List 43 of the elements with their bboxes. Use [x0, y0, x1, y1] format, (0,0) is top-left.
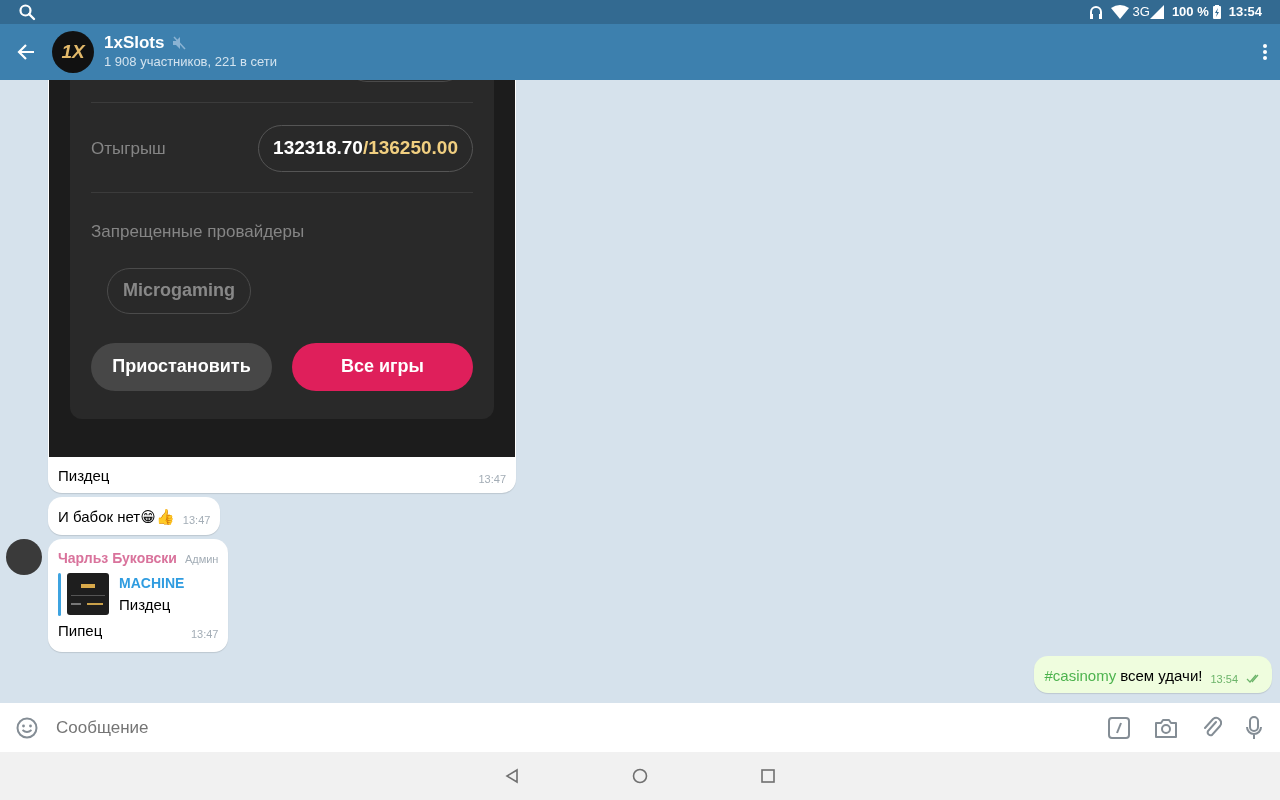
headphones-icon	[1088, 5, 1103, 19]
message-time: 13:47	[190, 627, 219, 642]
chat-subtitle: 1 908 участников, 221 в сети	[104, 53, 278, 71]
battery-level: 100 %	[1171, 3, 1209, 22]
network-type: 3G	[1132, 3, 1150, 22]
providers-label: Запрещенные провайдеры	[91, 221, 306, 243]
channel-logo: 1X	[52, 31, 94, 73]
message-text: И бабок нет😁👍	[58, 507, 175, 527]
message-text: Пиздец	[58, 465, 110, 486]
back-arrow-icon[interactable]	[16, 42, 36, 62]
avatar-placeholder[interactable]	[6, 538, 42, 575]
more-options-icon[interactable]	[1262, 43, 1268, 61]
sender-name[interactable]: Чарльз Буковски	[58, 547, 177, 569]
message-time: 13:54	[1210, 671, 1238, 687]
signal-icon	[1149, 5, 1164, 19]
sender-role: Админ	[184, 551, 219, 567]
message-text: всем удачи!	[1120, 665, 1203, 686]
chat-title: 1xSlots	[104, 33, 165, 53]
message-text: Пипец	[58, 621, 103, 641]
camera-icon[interactable]	[1154, 716, 1178, 739]
status-time: 13:54	[1228, 3, 1262, 22]
nav-back-icon[interactable]	[504, 768, 520, 784]
hashtag-link[interactable]: #casinomy	[1044, 664, 1117, 687]
nav-recents-icon[interactable]	[760, 768, 776, 784]
separator-mark: /	[362, 136, 369, 161]
microphone-icon[interactable]	[1246, 715, 1262, 740]
message-time: 13:47	[478, 471, 506, 487]
screenshot-thumbnail[interactable]	[67, 572, 109, 615]
reply-text: Пиздец	[119, 594, 172, 615]
message-time: 13:47	[182, 513, 211, 528]
search-icon	[18, 3, 36, 21]
wifi-icon	[1110, 5, 1129, 19]
reply-author[interactable]: MACHINE	[119, 572, 185, 594]
battery-icon	[1212, 5, 1221, 19]
bot-command-icon[interactable]	[1108, 716, 1130, 739]
required-amount: 136250.00	[368, 136, 458, 161]
nav-home-icon[interactable]	[632, 768, 648, 784]
screenshot-button[interactable]: Приостановить	[91, 342, 272, 391]
screenshot-button[interactable]: Все игры	[292, 342, 473, 391]
row-label: Отыгрыш	[91, 137, 166, 160]
wagered-amount: 132318.70	[273, 136, 363, 161]
emoji-icon[interactable]	[16, 716, 38, 739]
reply-bar	[58, 572, 61, 616]
